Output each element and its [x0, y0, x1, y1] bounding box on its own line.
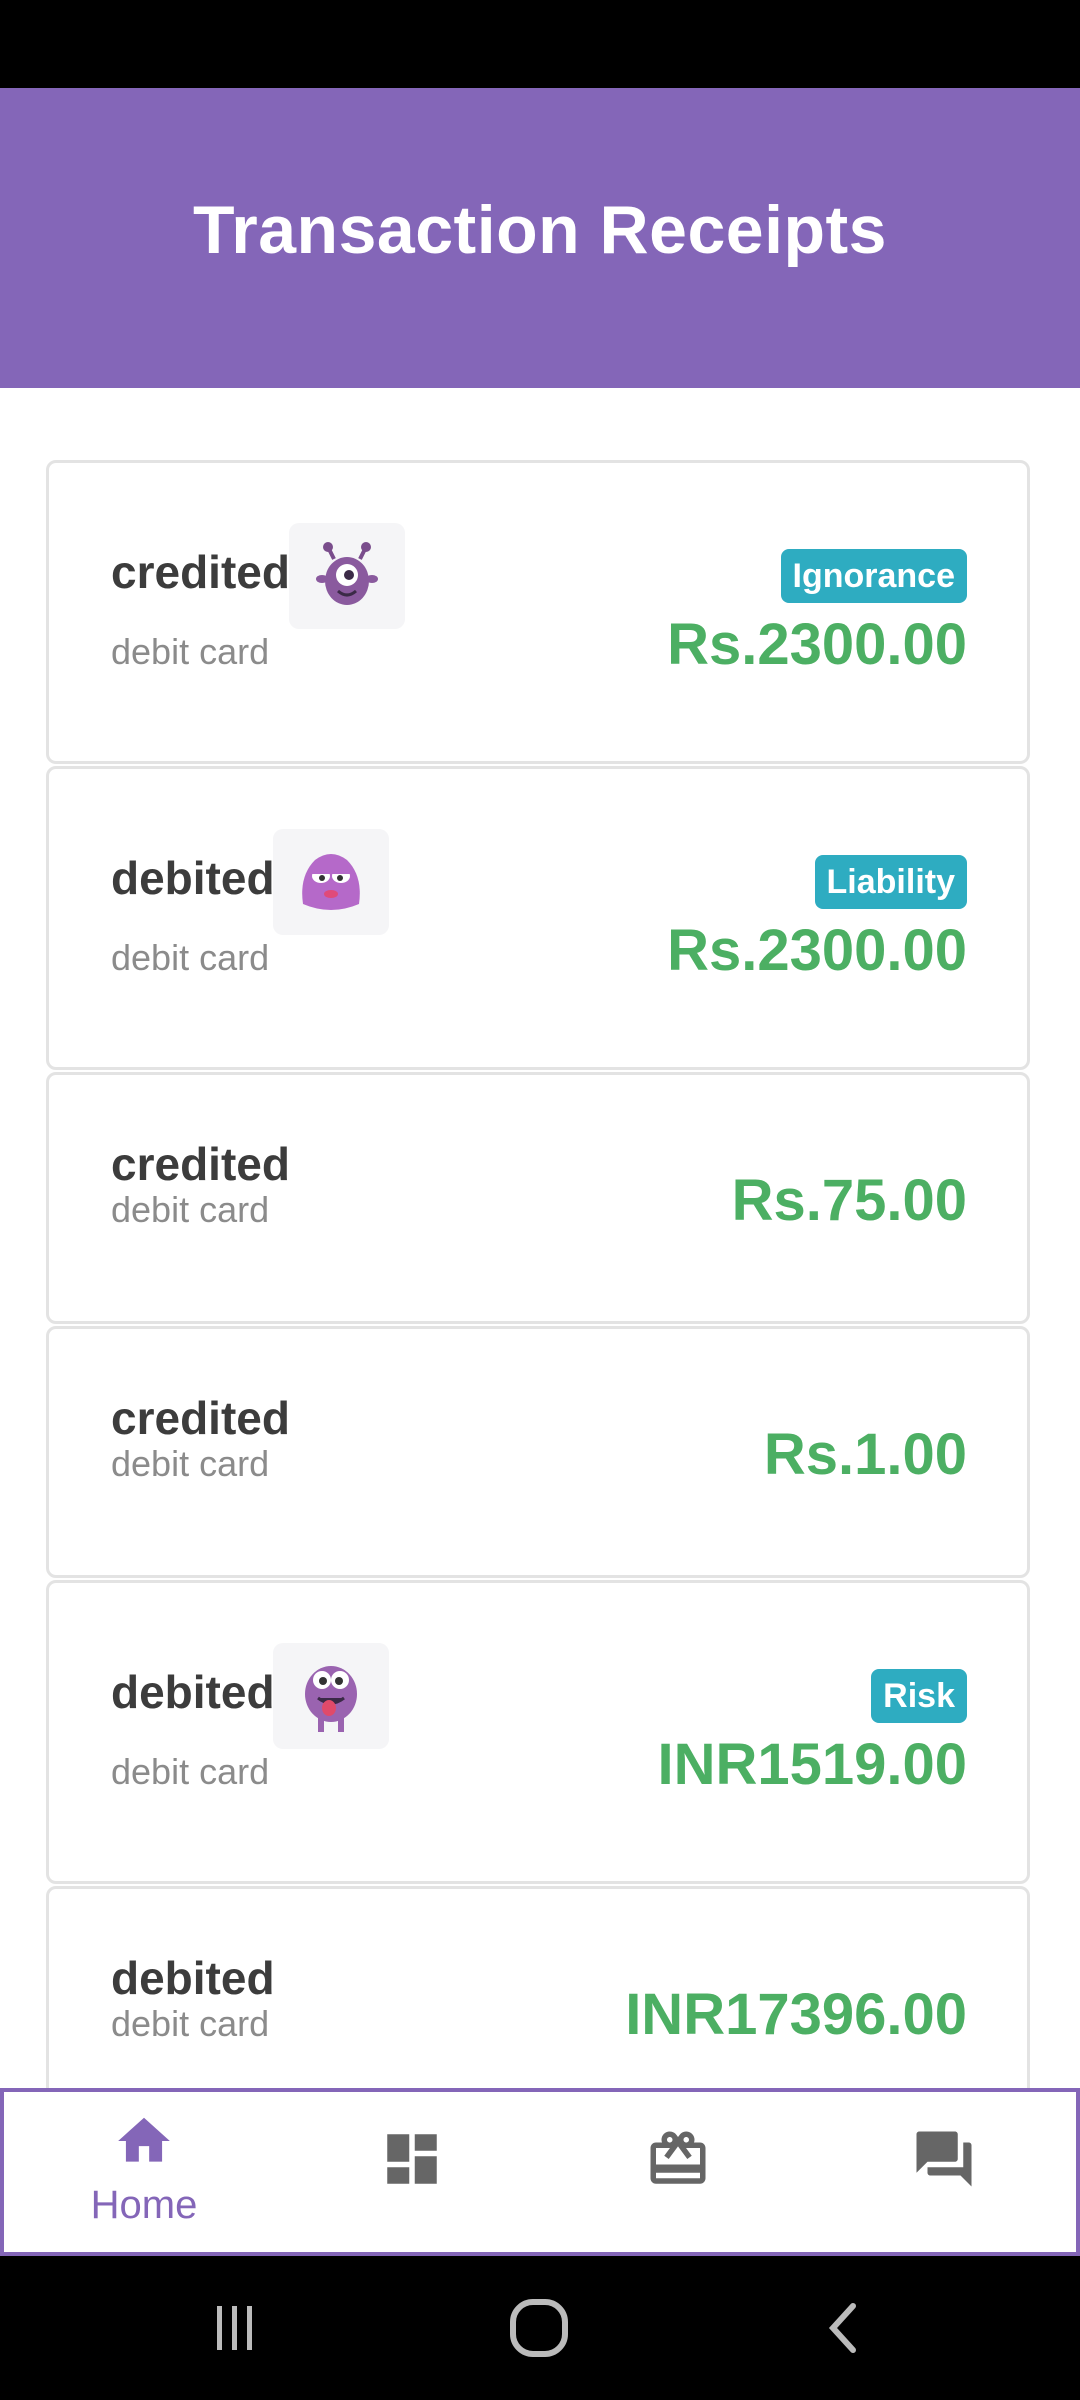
category-badge: Liability: [814, 855, 967, 909]
transaction-card[interactable]: debited debit card INR17396.00: [46, 1886, 1030, 2088]
transaction-type: debited: [111, 1666, 275, 1718]
transaction-card[interactable]: credited debit card Rs.75.00: [46, 1072, 1030, 1324]
transaction-amount: Rs.75.00: [731, 1168, 967, 1233]
transaction-method: debit card: [111, 2003, 270, 2044]
page-title: Transaction Receipts: [192, 192, 888, 268]
nav-dashboard[interactable]: [312, 2092, 512, 2252]
category-badge: Ignorance: [780, 549, 967, 603]
tongue-out-monster-icon: [273, 1643, 389, 1749]
category-badge: Risk: [871, 1669, 967, 1723]
system-navigation-bar: [0, 2256, 1080, 2400]
nav-gift-card[interactable]: [578, 2092, 778, 2252]
home-circle-icon[interactable]: [484, 2256, 594, 2400]
nav-home-label: Home: [90, 2183, 198, 2227]
transaction-amount: INR17396.00: [625, 1982, 967, 2047]
transaction-type: credited: [111, 1138, 290, 1190]
transaction-amount: Rs.2300.00: [667, 612, 967, 677]
transaction-list[interactable]: credited debit card Ignorance Rs.2300.00…: [0, 388, 1080, 2088]
status-bar: [0, 0, 1080, 88]
transaction-method: debit card: [111, 631, 270, 672]
gift-card-icon: [645, 2126, 711, 2197]
dashboard-icon: [379, 2126, 445, 2197]
angry-blob-monster-icon: [273, 829, 389, 935]
chat-icon: [911, 2126, 977, 2197]
recent-apps-icon[interactable]: [180, 2256, 290, 2400]
transaction-method: debit card: [111, 937, 270, 978]
nav-chat[interactable]: [844, 2092, 1044, 2252]
transaction-type: debited: [111, 852, 275, 904]
transaction-card[interactable]: debited debit card Liability Rs.2300.00: [46, 766, 1030, 1070]
transaction-amount: INR1519.00: [657, 1732, 967, 1797]
transaction-method: debit card: [111, 1189, 270, 1230]
transaction-type: credited: [111, 546, 290, 598]
transaction-method: debit card: [111, 1443, 270, 1484]
transaction-method: debit card: [111, 1751, 270, 1792]
transaction-card[interactable]: credited debit card Ignorance Rs.2300.00: [46, 460, 1030, 764]
back-icon[interactable]: [790, 2256, 900, 2400]
bottom-navigation: Home: [0, 2088, 1080, 2256]
app-header: Transaction Receipts: [0, 88, 1080, 388]
transaction-amount: Rs.1.00: [763, 1422, 967, 1487]
transaction-amount: Rs.2300.00: [667, 918, 967, 983]
nav-home[interactable]: Home: [44, 2092, 244, 2252]
transaction-type: credited: [111, 1392, 290, 1444]
transaction-type: debited: [111, 1952, 275, 2004]
one-eyed-monster-icon: [289, 523, 405, 629]
transaction-card[interactable]: credited debit card Rs.1.00: [46, 1326, 1030, 1578]
home-icon: [113, 2110, 175, 2177]
transaction-card[interactable]: debited debit card Risk INR1519.00: [46, 1580, 1030, 1884]
